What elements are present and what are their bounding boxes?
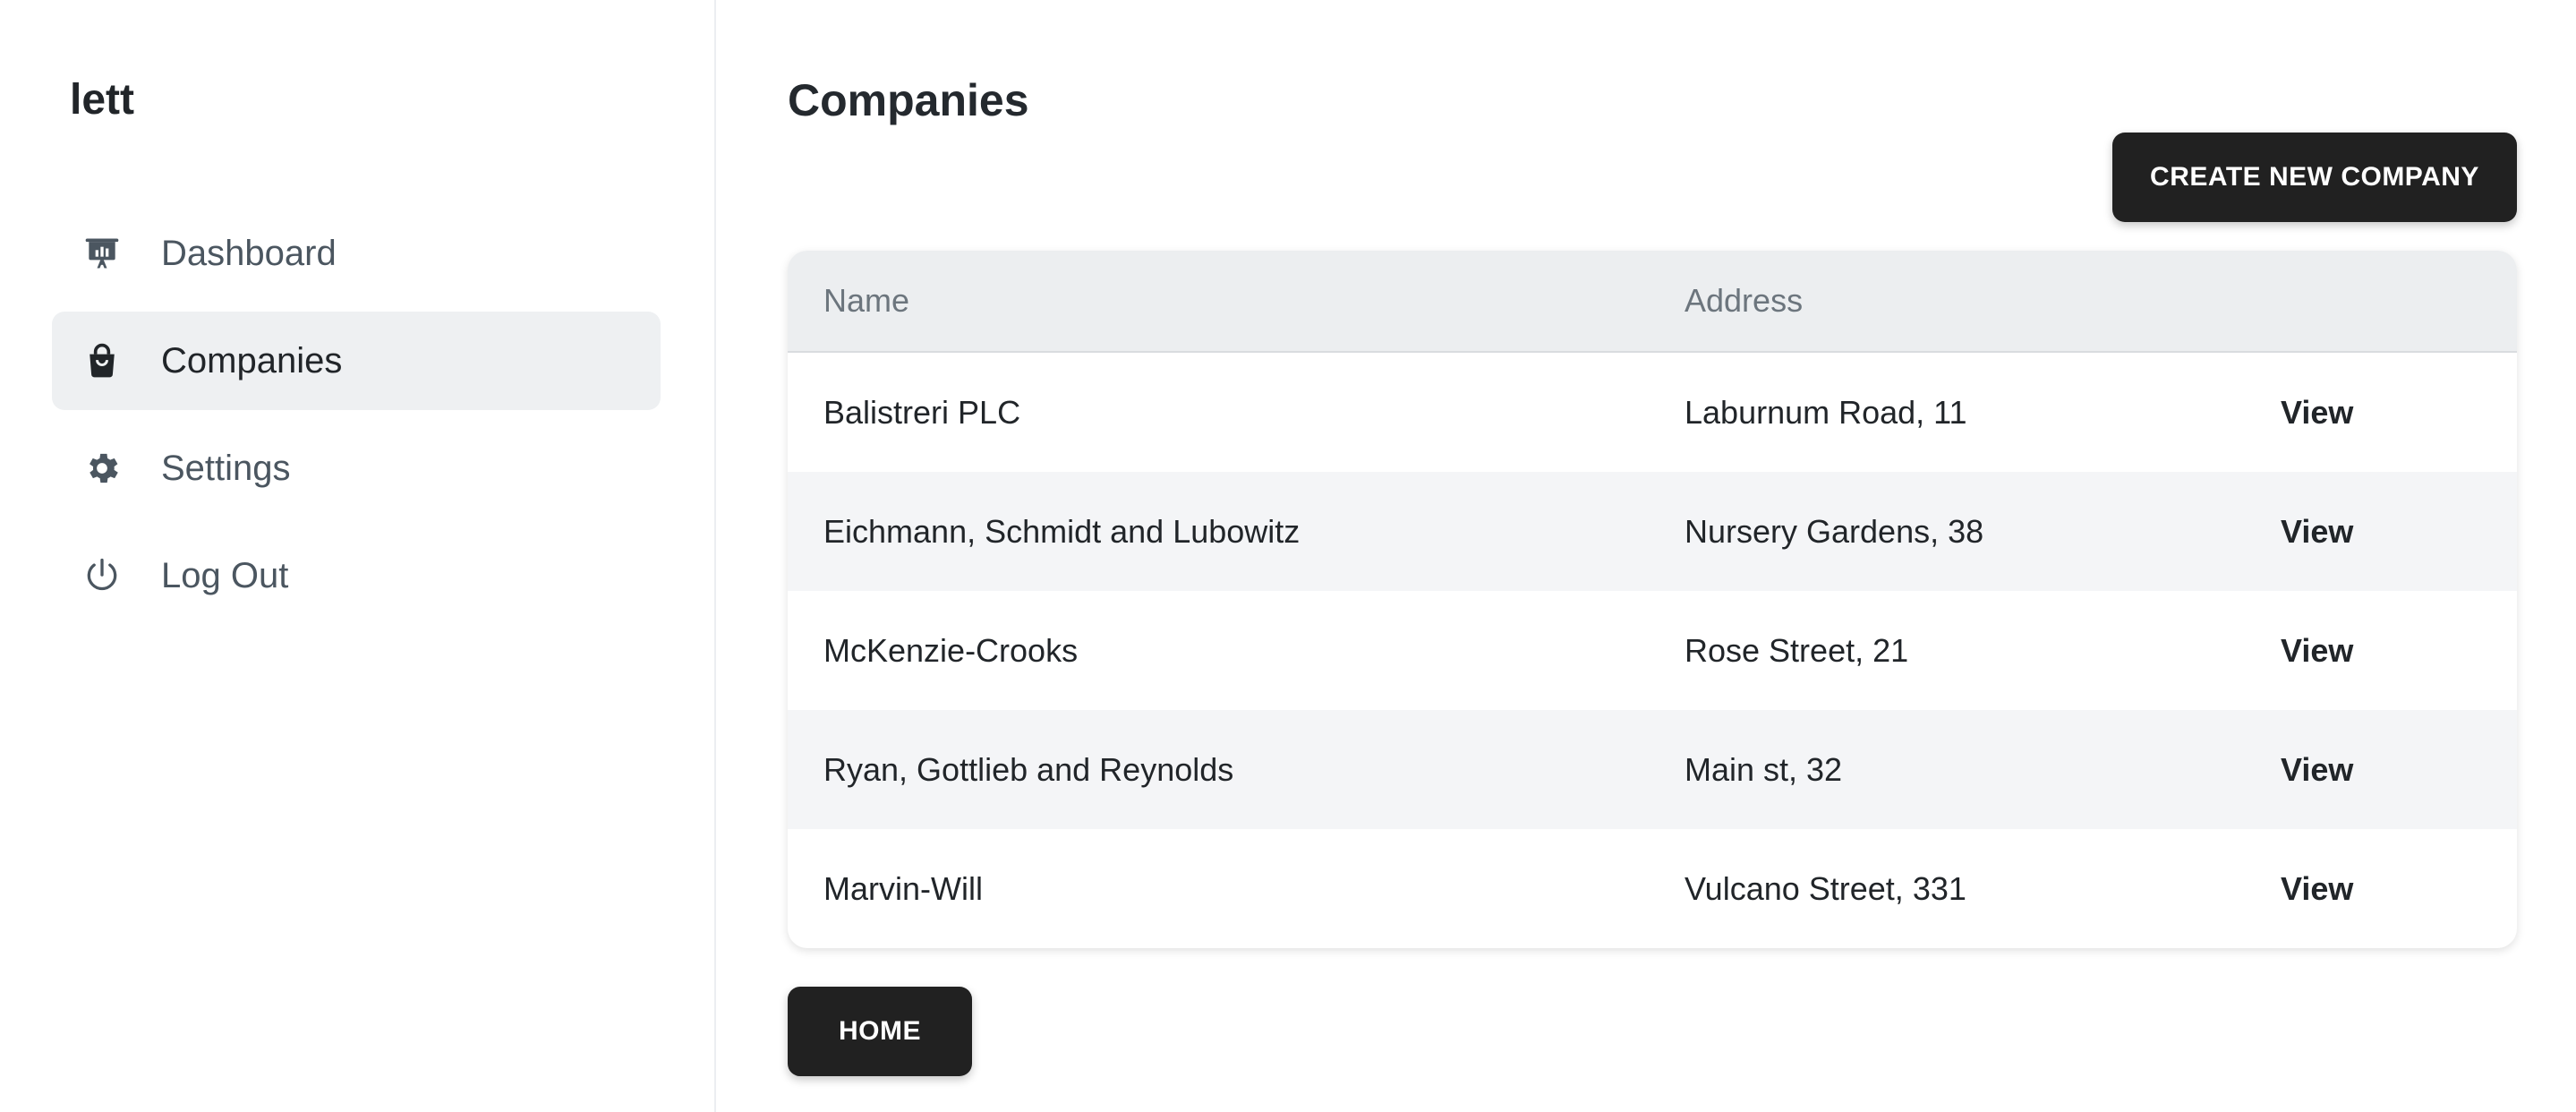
table-row: Marvin-Will Vulcano Street, 331 View: [788, 829, 2517, 948]
sidebar-item-label: Settings: [161, 449, 291, 488]
sidebar-item-dashboard[interactable]: Dashboard: [52, 204, 661, 303]
company-name-cell: McKenzie-Crooks: [823, 631, 1079, 669]
table-row: Eichmann, Schmidt and Lubowitz Nursery G…: [788, 472, 2517, 591]
table-row: Balistreri PLC Laburnum Road, 11 View: [788, 353, 2517, 472]
sidebar-item-settings[interactable]: Settings: [52, 419, 661, 518]
view-link[interactable]: View: [2281, 394, 2353, 431]
column-header-name: Name: [823, 282, 910, 319]
company-name-cell: Marvin-Will: [823, 869, 983, 907]
view-link[interactable]: View: [2281, 870, 2353, 907]
sidebar-nav: Dashboard Companies Settings Log Out: [52, 204, 661, 634]
sidebar-item-label: Log Out: [161, 556, 289, 595]
company-name-cell: Balistreri PLC: [823, 393, 1021, 431]
sidebar-item-logout[interactable]: Log Out: [52, 526, 661, 625]
company-address-cell: Nursery Gardens, 38: [1685, 512, 1984, 550]
sidebar: lett Dashboard Companies Settings Log Ou…: [0, 0, 716, 1112]
gear-icon: [81, 447, 124, 490]
app-brand[interactable]: lett: [70, 72, 134, 129]
company-address-cell: Vulcano Street, 331: [1685, 869, 1966, 907]
companies-table: Name Address Balistreri PLC Laburnum Roa…: [788, 251, 2517, 948]
presentation-chart-icon: [81, 232, 124, 275]
power-icon: [81, 554, 124, 597]
view-link[interactable]: View: [2281, 751, 2353, 788]
table-row: McKenzie-Crooks Rose Street, 21 View: [788, 591, 2517, 710]
table-header-row: Name Address: [788, 251, 2517, 353]
view-link[interactable]: View: [2281, 513, 2353, 550]
view-link[interactable]: View: [2281, 632, 2353, 669]
table-body: Balistreri PLC Laburnum Road, 11 View Ei…: [788, 353, 2517, 948]
sidebar-item-label: Companies: [161, 341, 343, 381]
company-address-cell: Laburnum Road, 11: [1685, 393, 1967, 431]
sidebar-item-companies[interactable]: Companies: [52, 312, 661, 410]
table-row: Ryan, Gottlieb and Reynolds Main st, 32 …: [788, 710, 2517, 829]
column-header-address: Address: [1685, 282, 1804, 319]
company-address-cell: Main st, 32: [1685, 750, 1843, 788]
company-name-cell: Eichmann, Schmidt and Lubowitz: [823, 512, 1301, 550]
home-button[interactable]: HOME: [788, 987, 972, 1076]
company-name-cell: Ryan, Gottlieb and Reynolds: [823, 750, 1234, 788]
shopping-bag-icon: [81, 339, 124, 382]
page-title: Companies: [788, 75, 1029, 125]
sidebar-item-label: Dashboard: [161, 234, 337, 273]
company-address-cell: Rose Street, 21: [1685, 631, 1909, 669]
create-company-button[interactable]: CREATE NEW COMPANY: [2112, 133, 2517, 222]
